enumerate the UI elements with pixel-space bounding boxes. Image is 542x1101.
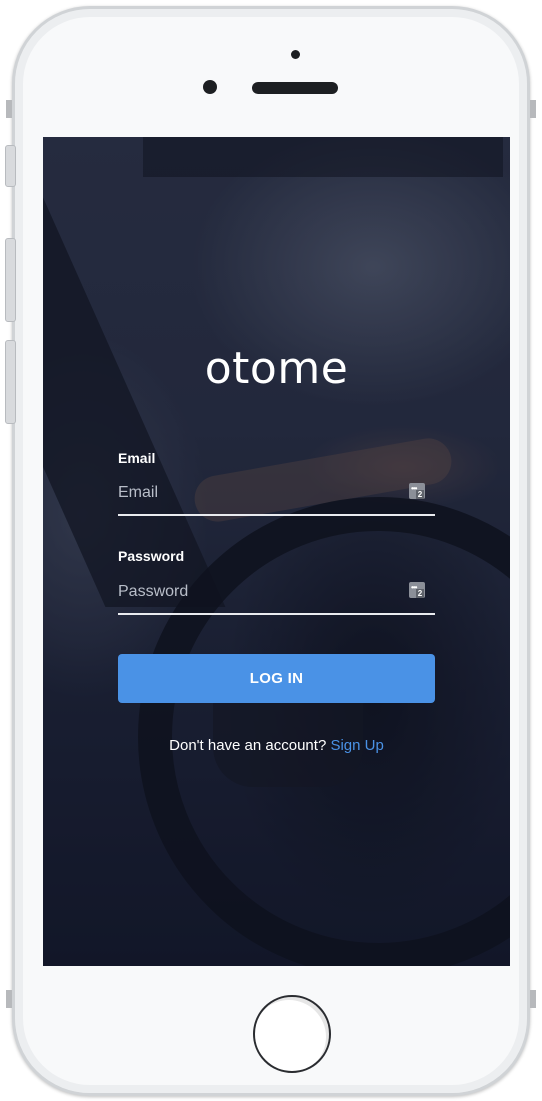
signup-prompt: Don't have an account? [169, 737, 327, 754]
volume-down-button [5, 340, 16, 424]
antenna-band [530, 100, 536, 118]
app-screen: otome Email ••• 2 Password ••• 2 LOG IN … [43, 137, 510, 966]
antenna-band [6, 990, 12, 1008]
proximity-sensor [291, 50, 300, 59]
volume-up-button [5, 238, 16, 322]
autofill-badge: 2 [416, 589, 424, 598]
earpiece-speaker [252, 82, 338, 94]
front-camera [203, 80, 217, 94]
background-overlay [43, 137, 510, 966]
antenna-band [530, 990, 536, 1008]
antenna-band [6, 100, 12, 118]
mute-switch [5, 145, 16, 187]
signup-link[interactable]: Sign Up [330, 737, 383, 754]
app-logo: otome [204, 343, 349, 394]
home-button[interactable] [253, 995, 331, 1073]
password-autofill-icon[interactable]: ••• 2 [409, 582, 425, 598]
password-autofill-icon[interactable]: ••• 2 [409, 483, 425, 499]
login-button[interactable]: LOG IN [118, 654, 435, 703]
autofill-badge: 2 [416, 490, 424, 499]
email-label: Email [118, 450, 156, 466]
email-field[interactable] [118, 478, 435, 516]
password-field[interactable] [118, 577, 435, 615]
signup-row: Don't have an account? Sign Up [43, 737, 510, 754]
password-label: Password [118, 548, 185, 564]
